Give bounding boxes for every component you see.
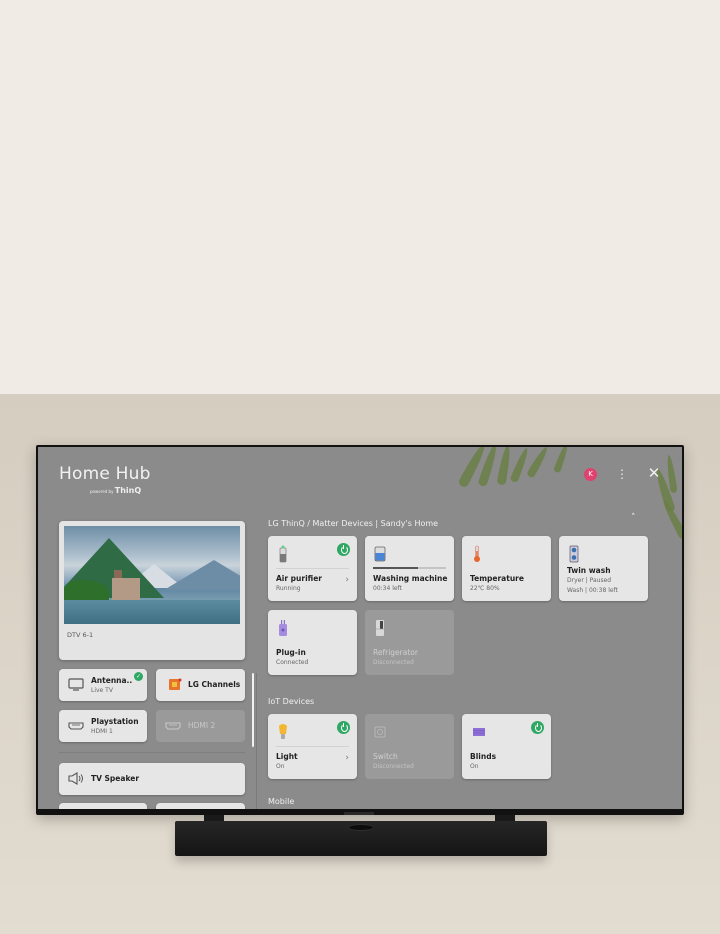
audio-output-label: TV Speaker: [91, 774, 140, 783]
user-avatar[interactable]: K: [584, 468, 597, 481]
close-button[interactable]: ✕: [647, 464, 661, 482]
device-card-blinds[interactable]: Blinds On: [462, 714, 551, 779]
thinq-section-title: LG ThinQ / Matter Devices | Sandy's Home: [268, 519, 439, 528]
kebab-menu-icon: ⋮: [616, 467, 628, 481]
more-option-button[interactable]: [59, 803, 147, 809]
input-sub: Live TV: [91, 687, 113, 694]
device-card-switch[interactable]: Switch Disconnected: [365, 714, 454, 779]
device-card-refrigerator[interactable]: Refrigerator Disconnected: [365, 610, 454, 675]
device-status: 22℃ 80%: [470, 585, 500, 592]
left-scrollbar[interactable]: [252, 673, 254, 747]
more-options-button[interactable]: ⋮: [616, 465, 628, 483]
device-card-washing-machine[interactable]: Washing machine 00:34 left: [365, 536, 454, 601]
hdmi-icon: [165, 722, 181, 730]
device-card-plug-in[interactable]: Plug-in Connected: [268, 610, 357, 675]
device-name: Refrigerator: [373, 648, 418, 657]
input-name: Playstation: [91, 717, 139, 726]
twin-wash-icon: [569, 545, 579, 563]
device-name: Temperature: [470, 574, 524, 583]
device-status: Running: [276, 585, 301, 592]
power-toggle-icon[interactable]: [337, 721, 350, 734]
chevron-right-icon: ›: [345, 753, 349, 763]
collapse-button[interactable]: ˄: [631, 513, 636, 523]
device-status: Disconnected: [373, 659, 414, 666]
soundbar: [175, 821, 547, 856]
more-option-button[interactable]: [156, 803, 245, 809]
smart-plug-icon: [279, 620, 287, 636]
thermometer-icon: [474, 545, 480, 562]
input-playstation[interactable]: Playstation HDMI 1: [59, 710, 147, 742]
input-hdmi-2[interactable]: HDMI 2: [156, 710, 245, 742]
soundbar-control-button[interactable]: [348, 824, 374, 831]
device-name: Plug-in: [276, 648, 306, 657]
device-card-twin-wash[interactable]: Twin wash Dryer | Paused Wash | 00:38 le…: [559, 536, 648, 601]
device-status: 00:34 left: [373, 585, 402, 592]
device-name: Air purifier: [276, 574, 323, 583]
channel-label: DTV 6-1: [67, 631, 94, 639]
speaker-icon: [68, 772, 83, 785]
close-icon: ✕: [647, 464, 661, 482]
device-status: On: [470, 763, 479, 770]
switch-icon: [374, 726, 386, 738]
device-name: Blinds: [470, 752, 497, 761]
input-name: Antenna..: [91, 676, 133, 685]
device-name: Twin wash: [567, 566, 611, 575]
selected-check-icon: ✓: [134, 672, 143, 681]
air-purifier-icon: [279, 545, 287, 563]
page-title: Home Hub: [59, 464, 151, 484]
device-status: Disconnected: [373, 763, 414, 770]
input-name: LG Channels: [188, 680, 241, 689]
input-sub: HDMI 1: [91, 728, 113, 735]
preview-thumbnail: [64, 526, 240, 624]
lg-channels-icon: [169, 678, 182, 690]
powered-by-thinq: powered by ThinQ: [90, 486, 141, 495]
device-name: Light: [276, 752, 298, 761]
device-status-dryer: Dryer | Paused: [567, 577, 612, 584]
mobile-section-title: Mobile: [268, 797, 295, 806]
input-lg-channels[interactable]: LG Channels: [156, 669, 245, 701]
wash-progress-bar: [373, 567, 446, 569]
tv-icon: [68, 678, 84, 691]
powered-by-label: powered by: [90, 489, 114, 494]
refrigerator-icon: [376, 620, 384, 636]
iot-section-title: IoT Devices: [268, 697, 315, 706]
device-name: Washing machine: [373, 574, 448, 583]
power-toggle-icon[interactable]: [531, 721, 544, 734]
section-divider: [59, 752, 245, 753]
hdmi-icon: [68, 722, 84, 730]
wall-background-top: [0, 0, 720, 394]
device-status: On: [276, 763, 285, 770]
chevron-right-icon: ›: [345, 575, 349, 585]
device-card-light[interactable]: Light On ›: [268, 714, 357, 779]
home-hub-screen: Home Hub powered by ThinQ K ⋮ ✕ DTV 6-1: [38, 447, 682, 809]
light-bulb-icon: [279, 724, 287, 739]
washing-machine-icon: [374, 546, 386, 562]
live-tv-preview[interactable]: DTV 6-1: [59, 521, 245, 660]
input-antenna[interactable]: Antenna.. Live TV ✓: [59, 669, 147, 701]
tv-logo-strip: [344, 812, 374, 815]
device-card-temperature[interactable]: Temperature 22℃ 80%: [462, 536, 551, 601]
power-toggle-icon[interactable]: [337, 543, 350, 556]
device-status: Connected: [276, 659, 309, 666]
input-name: HDMI 2: [188, 721, 216, 730]
device-name: Switch: [373, 752, 398, 761]
blinds-icon: [473, 728, 485, 736]
tv-frame: Home Hub powered by ThinQ K ⋮ ✕ DTV 6-1: [36, 445, 684, 815]
device-card-air-purifier[interactable]: Air purifier Running ›: [268, 536, 357, 601]
column-divider: [256, 673, 257, 809]
device-status-wash: Wash | 00:38 left: [567, 587, 618, 594]
chevron-up-icon: ˄: [631, 513, 636, 523]
thinq-brand: ThinQ: [114, 486, 142, 495]
tv-speaker-button[interactable]: TV Speaker: [59, 763, 245, 795]
